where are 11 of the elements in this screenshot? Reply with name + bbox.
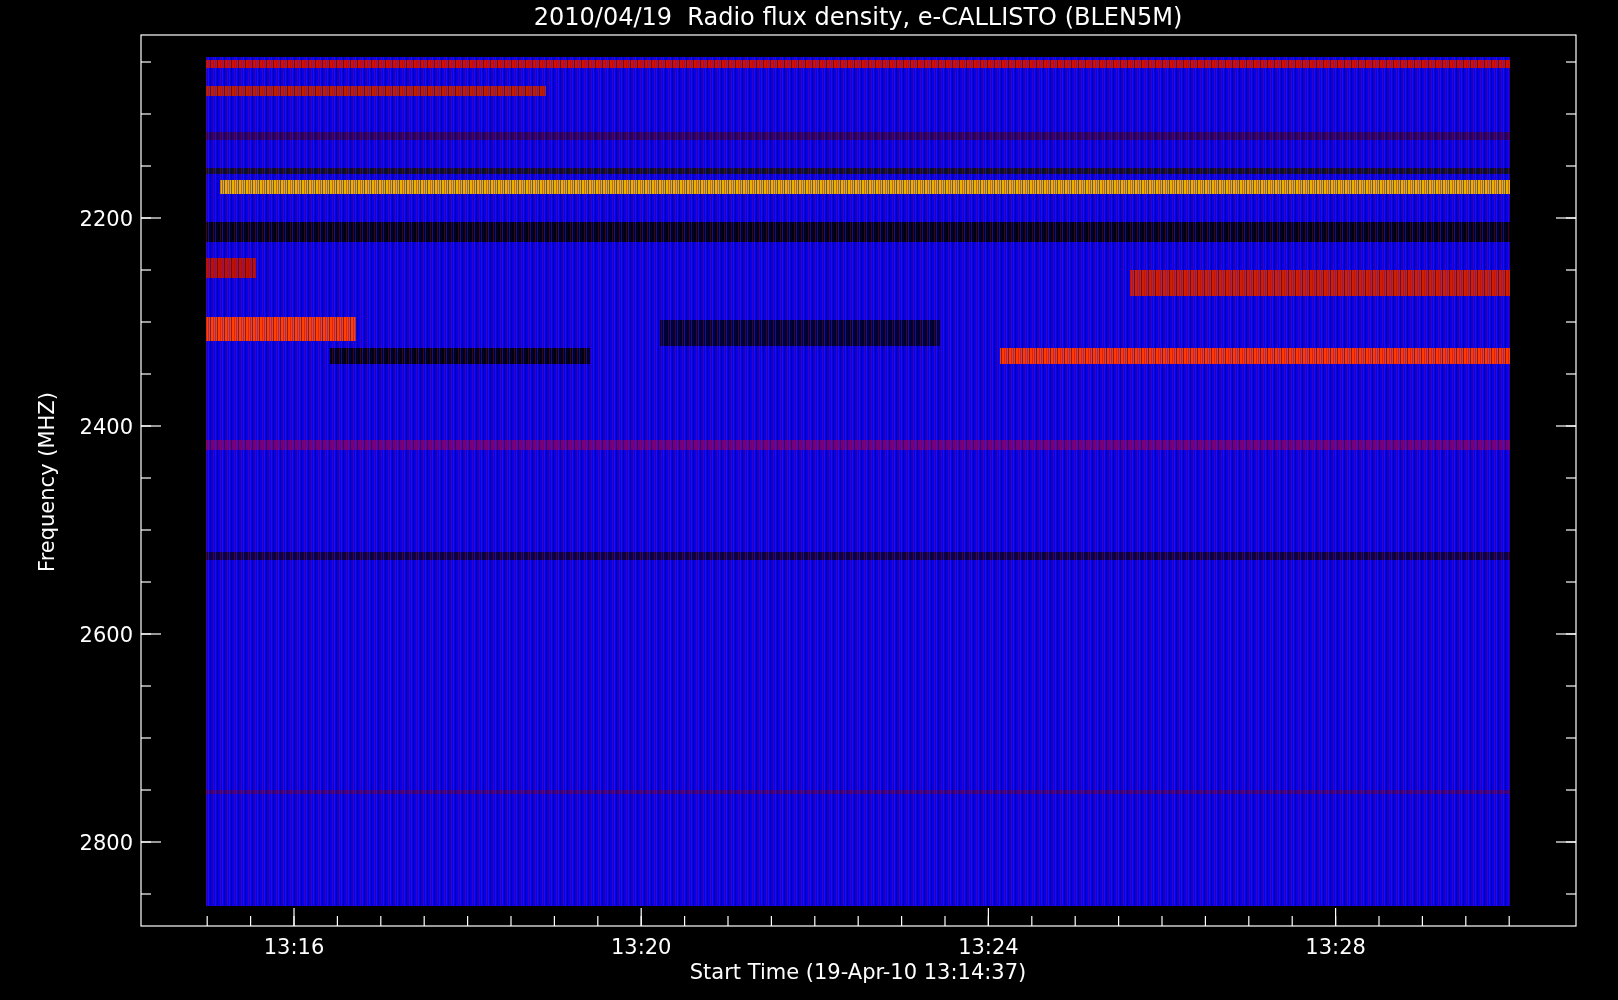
axis-label: Frequency (MHZ) xyxy=(35,392,59,572)
tick-label: 13:20 xyxy=(610,935,672,959)
tick-label: 13:24 xyxy=(958,935,1019,959)
tick-label: 2200 xyxy=(79,207,133,231)
tick-label: 13:28 xyxy=(1305,935,1366,959)
chart-title: 2010/04/19 Radio flux density, e-CALLISTO (BLEN5M) xyxy=(533,3,1183,31)
axis-label: Start Time (19-Apr-10 13:14:37) xyxy=(689,960,1027,984)
tick-label: 2400 xyxy=(79,415,133,439)
tick-label: 13:16 xyxy=(263,935,325,959)
tick-label: 2800 xyxy=(79,831,133,855)
tick-label: 2600 xyxy=(79,623,133,647)
